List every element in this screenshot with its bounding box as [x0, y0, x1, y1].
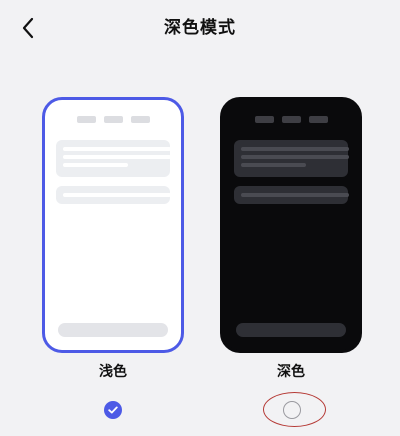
preview-status-bar [45, 116, 181, 123]
annotation-circle [263, 392, 326, 427]
preview-card [234, 186, 349, 204]
dark-mode-preview [220, 97, 362, 353]
page-title: 深色模式 [164, 18, 236, 38]
preview-status-bar [223, 116, 359, 123]
light-mode-radio[interactable] [104, 401, 122, 419]
preview-card [234, 140, 349, 177]
dark-mode-label: 深色 [277, 364, 305, 380]
light-mode-label: 浅色 [99, 364, 127, 380]
dark-mode-option[interactable] [220, 97, 362, 353]
preview-card [56, 140, 171, 177]
preview-bottom-bar [236, 323, 346, 337]
light-mode-option[interactable] [42, 97, 184, 353]
dark-mode-settings-page: 深色模式 浅色 深色 [0, 0, 400, 436]
preview-card [56, 186, 171, 204]
preview-bottom-bar [58, 323, 168, 337]
light-mode-preview [42, 97, 184, 353]
checkmark-icon [108, 406, 118, 414]
